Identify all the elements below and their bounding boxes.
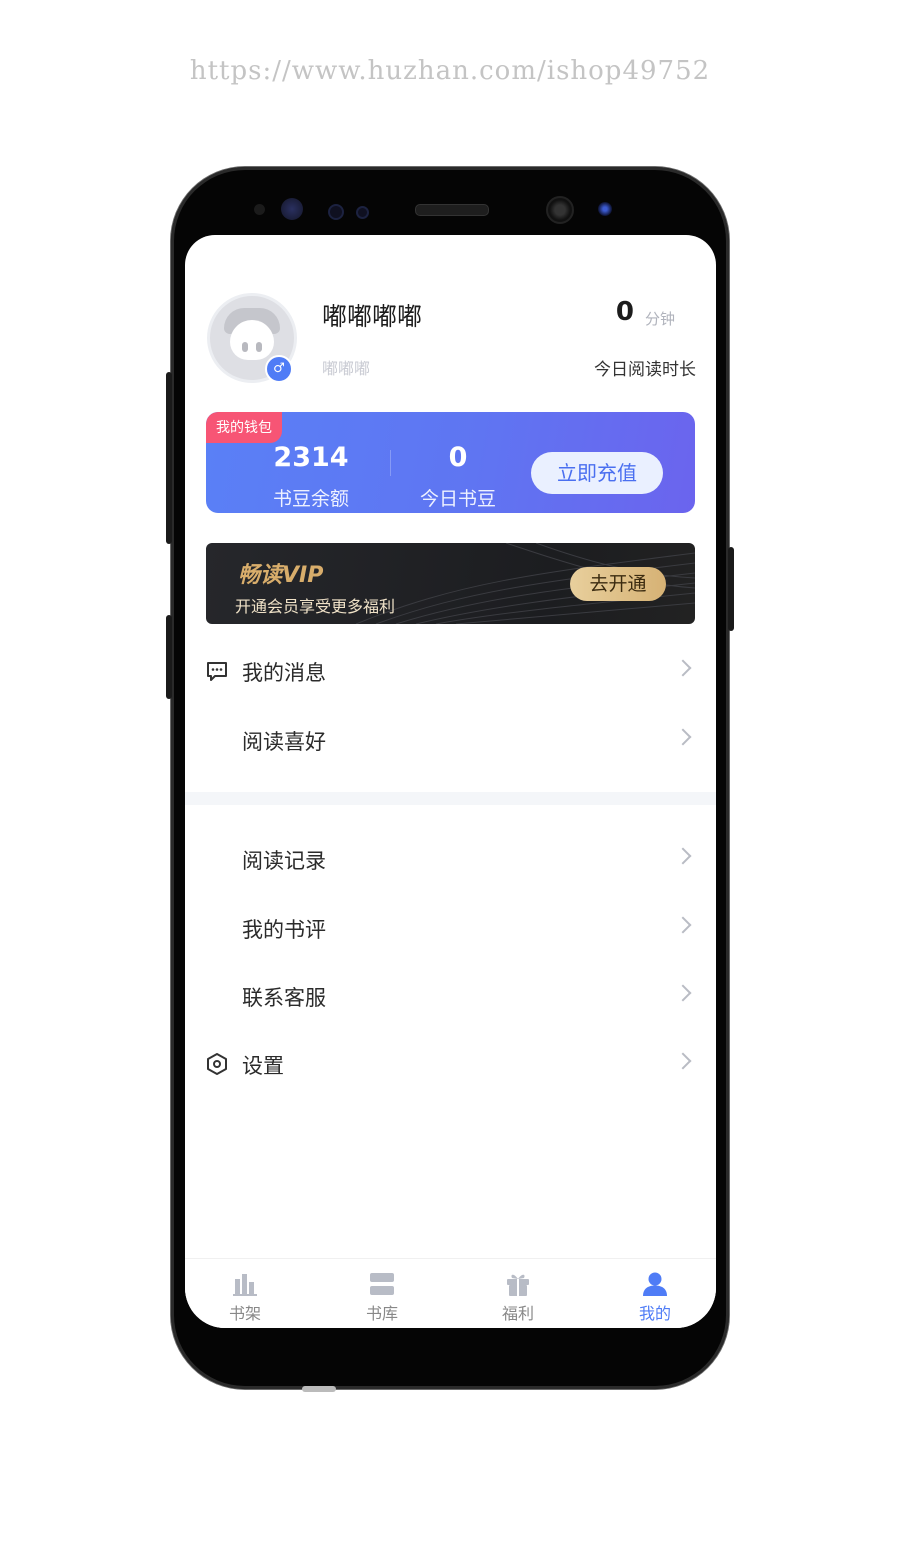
balance-value: 2314	[273, 442, 349, 473]
user-icon	[643, 1272, 667, 1296]
user-subname: 嘟嘟嘟	[322, 359, 371, 378]
vip-title: 畅读VIP	[238, 563, 324, 588]
phone-frame: ♂ 嘟嘟嘟嘟 嘟嘟嘟 0 分钟 今日阅读时长 我的钱包 2314 书豆余额 0 …	[166, 167, 734, 1392]
section-divider	[185, 792, 716, 805]
chevron-right-icon	[674, 659, 692, 677]
vip-open-button[interactable]: 去开通	[570, 567, 666, 601]
watermark-text: https://www.huzhan.com/ishop49752	[189, 56, 711, 86]
menu-item-reading-preferences[interactable]: 阅读喜好	[185, 712, 716, 772]
read-time-label: 今日阅读时长	[594, 360, 696, 380]
bottom-notch	[302, 1386, 336, 1392]
menu-item-customer-service[interactable]: 联系客服	[185, 968, 716, 1028]
tab-label: 福利	[501, 1304, 534, 1323]
front-camera	[546, 196, 574, 224]
chevron-right-icon	[674, 916, 692, 934]
wallet-card[interactable]: 我的钱包 2314 书豆余额 0 今日书豆 立即充值	[206, 412, 695, 513]
avatar-face	[230, 320, 274, 360]
chevron-right-icon	[674, 984, 692, 1002]
menu-item-messages[interactable]: 我的消息	[185, 643, 716, 703]
avatar-eye	[256, 342, 262, 352]
chevron-right-icon	[674, 847, 692, 865]
menu-item-my-reviews[interactable]: 我的书评	[185, 900, 716, 960]
volume-down-button	[166, 615, 172, 699]
balance-label: 书豆余额	[272, 488, 349, 510]
bottom-tab-bar: 书架 书库 福利 我的	[185, 1258, 716, 1328]
wallet-tag: 我的钱包	[206, 412, 282, 443]
bookshelf-icon	[233, 1274, 257, 1296]
menu-item-reading-history[interactable]: 阅读记录	[185, 831, 716, 891]
message-icon	[207, 662, 227, 681]
vip-subtitle: 开通会员享受更多福利	[235, 597, 396, 616]
power-button	[728, 547, 734, 631]
username: 嘟嘟嘟嘟	[322, 302, 423, 331]
recharge-button[interactable]: 立即充值	[531, 452, 663, 494]
gender-male-icon: ♂	[265, 355, 293, 383]
sensor-dot	[356, 206, 369, 219]
volume-up-button	[166, 372, 172, 544]
tab-welfare[interactable]: 福利	[452, 1267, 584, 1327]
library-icon	[370, 1273, 394, 1295]
today-beans-label: 今日书豆	[419, 488, 496, 510]
menu-item-settings[interactable]: 设置	[185, 1036, 716, 1096]
tab-label: 我的	[638, 1304, 671, 1323]
menu-item-label: 设置	[242, 1054, 284, 1078]
chevron-right-icon	[674, 1052, 692, 1070]
tab-library[interactable]: 书库	[316, 1267, 448, 1327]
menu-item-label: 阅读记录	[242, 849, 326, 873]
tab-label: 书架	[228, 1304, 261, 1323]
menu-item-label: 我的消息	[242, 661, 326, 685]
read-time-value: 0	[615, 297, 634, 327]
sensor-dot	[328, 204, 344, 220]
sensor-dot	[254, 204, 265, 215]
menu-item-label: 我的书评	[242, 918, 326, 942]
sensor-dot	[598, 202, 612, 216]
today-beans-value: 0	[448, 442, 468, 473]
earpiece-speaker	[415, 204, 489, 216]
chevron-right-icon	[674, 728, 692, 746]
settings-icon	[207, 1053, 227, 1075]
menu-item-label: 阅读喜好	[242, 730, 326, 754]
avatar-eye	[242, 342, 248, 352]
tab-bookshelf[interactable]: 书架	[185, 1267, 311, 1327]
gift-icon	[507, 1274, 529, 1296]
menu-item-label: 联系客服	[242, 986, 326, 1010]
app-screen: ♂ 嘟嘟嘟嘟 嘟嘟嘟 0 分钟 今日阅读时长 我的钱包 2314 书豆余额 0 …	[185, 235, 716, 1328]
iris-scanner	[281, 198, 303, 220]
wallet-divider	[390, 450, 391, 476]
read-time-unit: 分钟	[644, 310, 675, 328]
tab-mine[interactable]: 我的	[589, 1267, 716, 1327]
vip-banner[interactable]: 畅读VIP 开通会员享受更多福利 去开通	[206, 543, 695, 624]
tab-label: 书库	[365, 1304, 398, 1323]
